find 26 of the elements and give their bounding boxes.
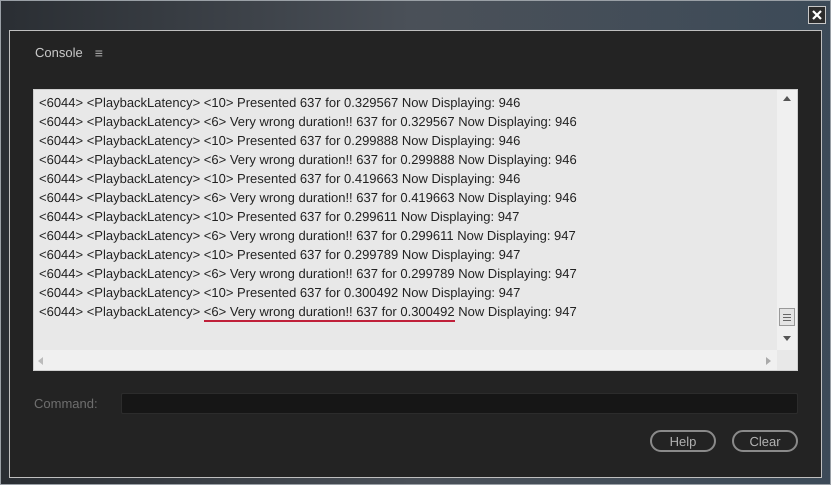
log-line: <6044> <PlaybackLatency> <6> Very wrong duration!! 637 for 0.299789 Now Displaying: 947	[39, 265, 578, 283]
log-line: <6044> <PlaybackLatency> <6> Very wrong duration!! 637 for 0.419663 Now Displaying: 946	[39, 189, 578, 207]
log-line: <6044> <PlaybackLatency> <6> Very wrong duration!! 637 for 0.329567 Now Displaying: 946	[39, 113, 578, 131]
scroll-thumb[interactable]	[779, 308, 795, 326]
panel-menu-button[interactable]: ≡	[94, 42, 103, 64]
panel-title: Console	[35, 44, 83, 62]
close-button[interactable]	[808, 6, 826, 24]
vertical-scrollbar[interactable]	[777, 90, 797, 350]
log-line: <6044> <PlaybackLatency> <10> Presented 637 for 0.299611 Now Displaying: 947	[39, 208, 520, 226]
action-button[interactable]: Help	[650, 430, 716, 452]
scroll-left-icon[interactable]	[38, 357, 43, 365]
log-line: <6044> <PlaybackLatency> <6> Very wrong duration!! 637 for 0.300492 Now Displaying: 947	[39, 302, 775, 321]
log-line: <6044> <PlaybackLatency> <10> Presented 637 for 0.419663 Now Displaying: 946	[39, 170, 522, 188]
log-line: <6044> <PlaybackLatency> <6> Very wrong duration!! 637 for 0.299611 Now Displaying: 947	[39, 227, 577, 245]
action-button[interactable]: Clear	[732, 430, 798, 452]
horizontal-scrollbar[interactable]	[34, 350, 777, 370]
scroll-right-icon[interactable]	[766, 357, 771, 365]
log-line: <6044> <PlaybackLatency> <10> Presented 637 for 0.300492 Now Displaying: 947	[39, 284, 522, 302]
log-line: <6044> <PlaybackLatency> <10> Presented 637 for 0.329567 Now Displaying: 946	[39, 94, 522, 112]
scroll-down-icon[interactable]	[783, 336, 791, 341]
log-line: <6044> <PlaybackLatency> <10> Presented 637 for 0.299888 Now Displaying: 946	[39, 132, 522, 150]
scroll-up-icon[interactable]	[783, 96, 791, 101]
log-line: <6044> <PlaybackLatency> <6> Very wrong duration!! 637 for 0.299888 Now Displaying: 946	[39, 151, 578, 169]
log-line: <6044> <PlaybackLatency> <10> Presented 637 for 0.299789 Now Displaying: 947	[39, 246, 522, 264]
command-label: Command:	[33, 394, 99, 413]
close-icon	[812, 10, 822, 20]
